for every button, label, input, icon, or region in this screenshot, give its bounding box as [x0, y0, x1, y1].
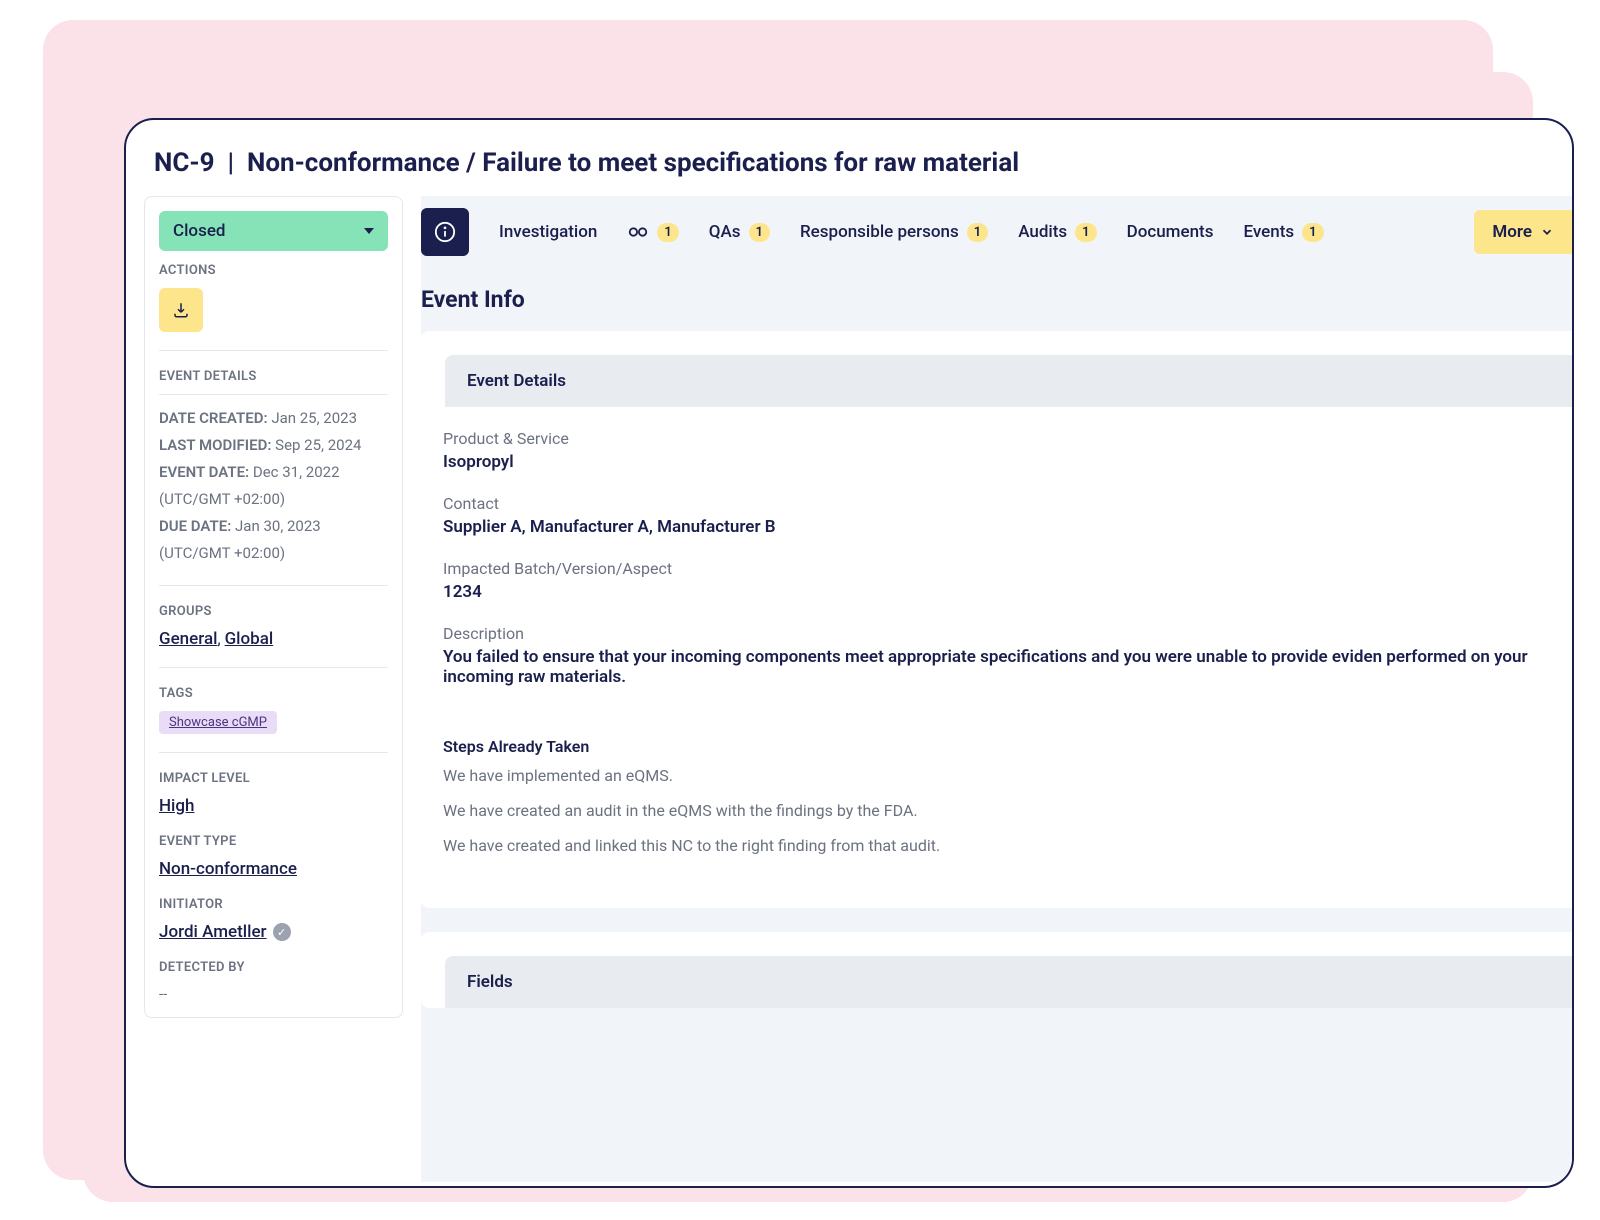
tab-qas[interactable]: QAs 1: [709, 214, 770, 250]
field-batch: Impacted Batch/Version/Aspect 1234: [443, 559, 1550, 602]
sidebar-card: Closed ACTIONS EVENT DETAILS DATE CREATE…: [144, 196, 403, 1018]
divider: [159, 394, 388, 395]
impact-level-label: IMPACT LEVEL: [159, 771, 388, 786]
main-panel: NC-9 | Non-conformance / Failure to meet…: [124, 118, 1574, 1188]
chevron-down-icon: [1540, 225, 1554, 239]
tab-label: Investigation: [499, 222, 597, 242]
field-value: Supplier A, Manufacturer A, Manufacturer…: [443, 517, 1550, 537]
tab-badge: 1: [657, 223, 678, 242]
impact-level-value[interactable]: High: [159, 796, 194, 816]
tab-info[interactable]: [421, 208, 469, 256]
card-header: Event Details: [445, 355, 1572, 407]
link-icon: [627, 225, 649, 239]
steps-line: We have created and linked this NC to th…: [443, 828, 1550, 863]
groups-list: General, Global: [159, 629, 388, 649]
tags-label: TAGS: [159, 686, 388, 701]
chevron-down-icon: [364, 228, 374, 234]
tab-bar: Investigation 1 QAs 1 Responsible person…: [421, 196, 1572, 268]
tab-links[interactable]: 1: [627, 215, 678, 250]
content-wrapper: Closed ACTIONS EVENT DETAILS DATE CREATE…: [126, 196, 1572, 1182]
field-label: Product & Service: [443, 429, 1550, 448]
group-link-general[interactable]: General: [159, 629, 217, 649]
event-date-row: EVENT DATE: Dec 31, 2022 (UTC/GMT +02:00…: [159, 459, 388, 513]
section-title: Event Info: [421, 268, 1572, 331]
divider: [159, 752, 388, 753]
record-code: NC-9: [154, 148, 215, 178]
fields-card: Fields: [421, 932, 1572, 1008]
card-body: Product & Service Isopropyl Contact Supp…: [421, 407, 1572, 908]
date-created-value: Jan 25, 2023: [271, 409, 357, 427]
tag-chip[interactable]: Showcase cGMP: [159, 711, 277, 734]
steps-line: We have created an audit in the eQMS wit…: [443, 793, 1550, 828]
field-label: Description: [443, 624, 1550, 643]
due-date-row: DUE DATE: Jan 30, 2023 (UTC/GMT +02:00): [159, 513, 388, 567]
tab-events[interactable]: Events 1: [1243, 214, 1323, 250]
last-modified-row: LAST MODIFIED: Sep 25, 2024: [159, 432, 388, 459]
status-dropdown[interactable]: Closed: [159, 211, 388, 251]
tab-label: Audits: [1018, 222, 1067, 242]
initiator-label: INITIATOR: [159, 897, 388, 912]
field-label: Impacted Batch/Version/Aspect: [443, 559, 1550, 578]
detected-by-label: DETECTED BY: [159, 960, 388, 975]
date-created-label: DATE CREATED:: [159, 409, 268, 427]
event-type-value[interactable]: Non-conformance: [159, 859, 297, 879]
tab-label: QAs: [709, 222, 741, 242]
field-description: Description You failed to ensure that yo…: [443, 624, 1550, 687]
separator: |: [227, 148, 234, 178]
verified-icon: ✓: [273, 923, 291, 941]
tab-audits[interactable]: Audits 1: [1018, 214, 1096, 250]
field-value: 1234: [443, 582, 1550, 602]
tab-responsible-persons[interactable]: Responsible persons 1: [800, 214, 988, 250]
initiator-row: Jordi Ametller ✓: [159, 922, 388, 942]
steps-line: We have implemented an eQMS.: [443, 758, 1550, 793]
due-date-label: DUE DATE:: [159, 517, 231, 535]
info-icon: [434, 221, 456, 243]
card-header: Fields: [445, 956, 1572, 1008]
event-details-card: Event Details Product & Service Isopropy…: [421, 331, 1572, 908]
divider: [159, 585, 388, 586]
tab-label: Events: [1243, 222, 1294, 242]
field-value: You failed to ensure that your incoming …: [443, 647, 1550, 687]
event-date-label: EVENT DATE:: [159, 463, 249, 481]
field-label: Contact: [443, 494, 1550, 513]
more-button[interactable]: More: [1474, 210, 1572, 254]
detected-by-value: --: [159, 985, 388, 1003]
status-value: Closed: [173, 221, 226, 241]
tab-badge: 1: [1075, 223, 1096, 242]
date-created-row: DATE CREATED: Jan 25, 2023: [159, 405, 388, 432]
tab-badge: 1: [967, 223, 988, 242]
field-value: Isopropyl: [443, 452, 1550, 472]
actions-label: ACTIONS: [159, 263, 388, 278]
last-modified-value: Sep 25, 2024: [275, 436, 361, 454]
page-header: NC-9 | Non-conformance / Failure to meet…: [126, 120, 1572, 196]
initiator-value[interactable]: Jordi Ametller: [159, 922, 267, 942]
page-title: NC-9 | Non-conformance / Failure to meet…: [154, 148, 1544, 178]
event-type-label: EVENT TYPE: [159, 834, 388, 849]
tab-badge: 1: [749, 223, 770, 242]
divider: [159, 350, 388, 351]
main-area: Investigation 1 QAs 1 Responsible person…: [421, 196, 1572, 1182]
last-modified-label: LAST MODIFIED:: [159, 436, 271, 454]
tab-badge: 1: [1302, 223, 1323, 242]
tab-documents[interactable]: Documents: [1127, 214, 1214, 250]
tab-investigation[interactable]: Investigation: [499, 214, 597, 250]
divider: [159, 667, 388, 668]
field-product: Product & Service Isopropyl: [443, 429, 1550, 472]
record-title: Non-conformance / Failure to meet specif…: [247, 148, 1019, 178]
download-icon: [172, 301, 190, 319]
field-contact: Contact Supplier A, Manufacturer A, Manu…: [443, 494, 1550, 537]
steps-label: Steps Already Taken: [443, 737, 1550, 756]
more-label: More: [1492, 222, 1532, 242]
field-steps: Steps Already Taken We have implemented …: [443, 737, 1550, 864]
event-details-label: EVENT DETAILS: [159, 369, 388, 384]
tab-label: Documents: [1127, 222, 1214, 242]
download-button[interactable]: [159, 288, 203, 332]
groups-label: GROUPS: [159, 604, 388, 619]
group-link-global[interactable]: Global: [225, 629, 274, 649]
tab-label: Responsible persons: [800, 222, 959, 242]
sidebar: Closed ACTIONS EVENT DETAILS DATE CREATE…: [126, 196, 421, 1182]
